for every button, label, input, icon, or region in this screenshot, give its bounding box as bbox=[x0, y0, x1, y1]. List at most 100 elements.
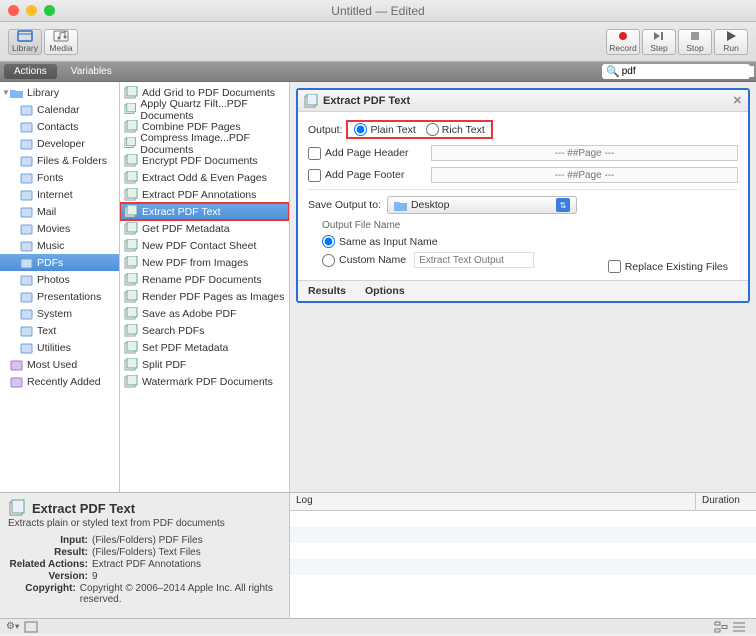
action-split-pdf[interactable]: Split PDF bbox=[120, 356, 289, 373]
action-compress-image-pdf-documents[interactable]: Compress Image...PDF Documents bbox=[120, 135, 289, 152]
results-tab[interactable]: Results bbox=[308, 285, 346, 297]
tab-actions[interactable]: Actions bbox=[4, 64, 57, 79]
info-value: (Files/Folders) PDF Files bbox=[92, 535, 203, 546]
add-page-footer-check[interactable] bbox=[308, 169, 321, 182]
pdf-action-icon bbox=[124, 86, 138, 99]
duration-column-header[interactable]: Duration bbox=[696, 493, 756, 510]
sidebar-item-fonts[interactable]: Fonts bbox=[0, 169, 119, 186]
tab-variables[interactable]: Variables bbox=[61, 64, 122, 79]
rich-text-radio[interactable] bbox=[426, 123, 439, 136]
sidebar-item-most-used[interactable]: Most Used bbox=[0, 356, 119, 373]
sidebar-item-files-folders[interactable]: Files & Folders bbox=[0, 152, 119, 169]
sidebar-item-calendar[interactable]: Calendar bbox=[0, 101, 119, 118]
sidebar-item-contacts[interactable]: Contacts bbox=[0, 118, 119, 135]
sidebar-item-system[interactable]: System bbox=[0, 305, 119, 322]
action-extract-odd-even-pages[interactable]: Extract Odd & Even Pages bbox=[120, 169, 289, 186]
sidebar-item-movies[interactable]: Movies bbox=[0, 220, 119, 237]
sidebar-item-recently-added[interactable]: Recently Added bbox=[0, 373, 119, 390]
search-field[interactable]: 🔍 ⓧ bbox=[602, 64, 750, 79]
flow-view-icon[interactable] bbox=[714, 621, 728, 633]
info-key: Version: bbox=[8, 571, 88, 582]
list-view-icon[interactable] bbox=[732, 621, 746, 633]
sidebar-item-music[interactable]: Music bbox=[0, 237, 119, 254]
minimize-window[interactable] bbox=[26, 5, 37, 16]
sidebar-item-presentations[interactable]: Presentations bbox=[0, 288, 119, 305]
output-filename-label: Output File Name bbox=[322, 220, 738, 231]
action-save-as-adobe-pdf[interactable]: Save as Adobe PDF bbox=[120, 305, 289, 322]
replace-existing-check[interactable] bbox=[608, 260, 621, 273]
sidebar-item-text[interactable]: Text bbox=[0, 322, 119, 339]
category-icon bbox=[20, 121, 33, 133]
action-rename-pdf-documents[interactable]: Rename PDF Documents bbox=[120, 271, 289, 288]
action-render-pdf-pages-as-images[interactable]: Render PDF Pages as Images bbox=[120, 288, 289, 305]
custom-name-radio[interactable] bbox=[322, 254, 335, 267]
gear-icon[interactable]: ⚙︎▾ bbox=[6, 621, 20, 633]
sidebar-item-utilities[interactable]: Utilities bbox=[0, 339, 119, 356]
library-toolbar-button[interactable]: Library bbox=[8, 29, 42, 55]
same-as-input-radio[interactable] bbox=[322, 235, 335, 248]
page-footer-input[interactable] bbox=[431, 167, 738, 183]
action-watermark-pdf-documents[interactable]: Watermark PDF Documents bbox=[120, 373, 289, 390]
record-button[interactable]: Record bbox=[606, 29, 640, 55]
custom-name-input[interactable] bbox=[414, 252, 534, 268]
info-value: Extract PDF Annotations bbox=[92, 559, 201, 570]
category-icon bbox=[20, 291, 33, 303]
sidebar-item-pdfs[interactable]: PDFs bbox=[0, 254, 119, 271]
pdf-action-icon bbox=[124, 341, 138, 354]
pdf-action-icon bbox=[124, 239, 138, 252]
step-button[interactable]: Step bbox=[642, 29, 676, 55]
play-icon bbox=[723, 30, 739, 42]
popup-arrows-icon: ⇅ bbox=[556, 198, 570, 212]
pdf-action-icon bbox=[124, 205, 138, 218]
info-key: Copyright: bbox=[8, 583, 76, 605]
info-value: 9 bbox=[92, 571, 98, 582]
pdf-action-icon bbox=[124, 103, 136, 116]
action-new-pdf-contact-sheet[interactable]: New PDF Contact Sheet bbox=[120, 237, 289, 254]
search-input[interactable] bbox=[622, 66, 754, 77]
options-tab[interactable]: Options bbox=[365, 285, 405, 297]
action-search-pdfs[interactable]: Search PDFs bbox=[120, 322, 289, 339]
media-toolbar-button[interactable]: Media bbox=[44, 29, 78, 55]
run-button[interactable]: Run bbox=[714, 29, 748, 55]
plain-text-radio[interactable] bbox=[354, 123, 367, 136]
category-icon bbox=[20, 257, 33, 269]
library-icon bbox=[17, 30, 33, 42]
sidebar-item-internet[interactable]: Internet bbox=[0, 186, 119, 203]
sidebar-item-library[interactable]: ▼Library bbox=[0, 84, 119, 101]
save-output-popup[interactable]: Desktop ⇅ bbox=[387, 196, 577, 214]
sidebar-item-photos[interactable]: Photos bbox=[0, 271, 119, 288]
log-column-header[interactable]: Log bbox=[290, 493, 696, 510]
pdf-action-icon bbox=[124, 290, 138, 303]
pdf-action-icon bbox=[124, 375, 138, 388]
workflow-view-icon[interactable] bbox=[24, 621, 38, 633]
zoom-window[interactable] bbox=[44, 5, 55, 16]
stop-button[interactable]: Stop bbox=[678, 29, 712, 55]
add-page-header-check[interactable] bbox=[308, 147, 321, 160]
action-extract-pdf-text[interactable]: Extract PDF Text bbox=[120, 203, 289, 220]
pdf-action-icon bbox=[124, 324, 138, 337]
close-panel-icon[interactable]: ✕ bbox=[733, 94, 742, 107]
sidebar-item-developer[interactable]: Developer bbox=[0, 135, 119, 152]
category-icon bbox=[20, 104, 33, 116]
disclosure-icon[interactable]: ▼ bbox=[2, 88, 10, 97]
sidebar-item-mail[interactable]: Mail bbox=[0, 203, 119, 220]
info-title: Extract PDF Text bbox=[32, 501, 135, 516]
action-set-pdf-metadata[interactable]: Set PDF Metadata bbox=[120, 339, 289, 356]
category-icon bbox=[20, 342, 33, 354]
library-label: Library bbox=[12, 43, 38, 53]
pdf-action-icon bbox=[304, 94, 318, 108]
step-icon bbox=[651, 30, 667, 42]
category-icon bbox=[20, 308, 33, 320]
action-get-pdf-metadata[interactable]: Get PDF Metadata bbox=[120, 220, 289, 237]
pdf-action-icon bbox=[124, 188, 138, 201]
output-options-highlight: Plain Text Rich Text bbox=[346, 120, 492, 139]
media-icon bbox=[53, 30, 69, 42]
action-extract-pdf-annotations[interactable]: Extract PDF Annotations bbox=[120, 186, 289, 203]
category-icon bbox=[20, 172, 33, 184]
action-new-pdf-from-images[interactable]: New PDF from Images bbox=[120, 254, 289, 271]
page-header-input[interactable] bbox=[431, 145, 738, 161]
action-apply-quartz-filt-pdf-documents[interactable]: Apply Quartz Filt...PDF Documents bbox=[120, 101, 289, 118]
info-key: Result: bbox=[8, 547, 88, 558]
close-window[interactable] bbox=[8, 5, 19, 16]
category-icon bbox=[20, 325, 33, 337]
